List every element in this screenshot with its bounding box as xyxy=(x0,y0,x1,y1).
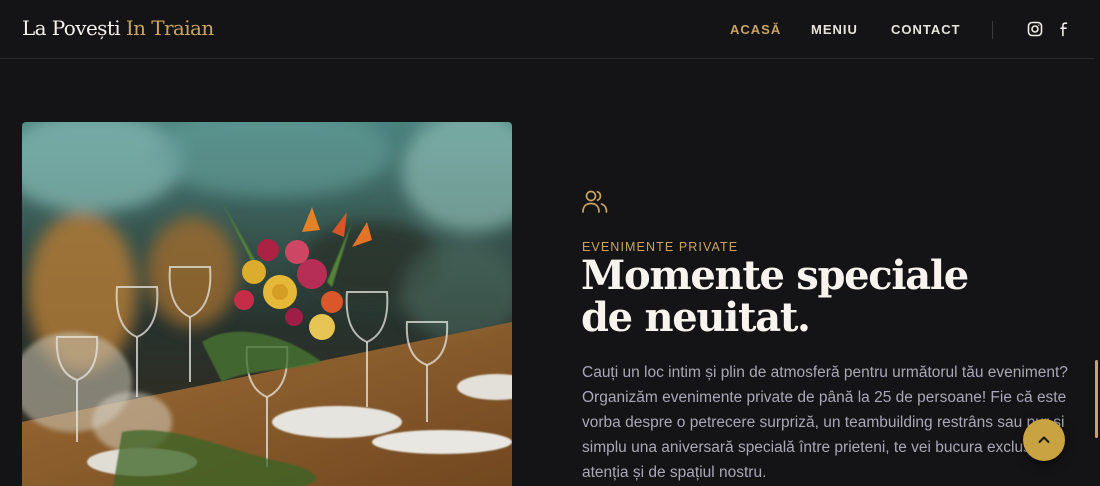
logo-text-accent: In Traian xyxy=(125,16,214,40)
section-body: Cauți un loc intim și plin de atmosferă … xyxy=(582,364,1068,481)
back-to-top-button[interactable] xyxy=(1023,419,1065,461)
site-logo[interactable]: La Povești In Traian xyxy=(22,16,214,40)
nav-item-meniu[interactable]: MENIU xyxy=(811,22,858,37)
event-photo xyxy=(22,122,512,486)
facebook-icon[interactable] xyxy=(1055,20,1073,38)
logo-text-primary: La Povești xyxy=(22,16,121,40)
section-title: Momente speciale de neuitat. xyxy=(581,252,969,341)
nav-divider xyxy=(992,21,993,39)
chevron-up-icon xyxy=(1036,432,1052,448)
site-header: La Povești In Traian ACASĂ MENIU CONTACT xyxy=(0,0,1100,59)
scrollbar-thumb[interactable] xyxy=(1095,360,1098,438)
nav-item-acasa[interactable]: ACASĂ xyxy=(730,22,781,37)
nav-item-contact[interactable]: CONTACT xyxy=(891,22,961,37)
instagram-icon[interactable] xyxy=(1026,20,1044,38)
users-icon xyxy=(580,187,610,222)
page-scrollbar[interactable] xyxy=(1094,0,1100,486)
